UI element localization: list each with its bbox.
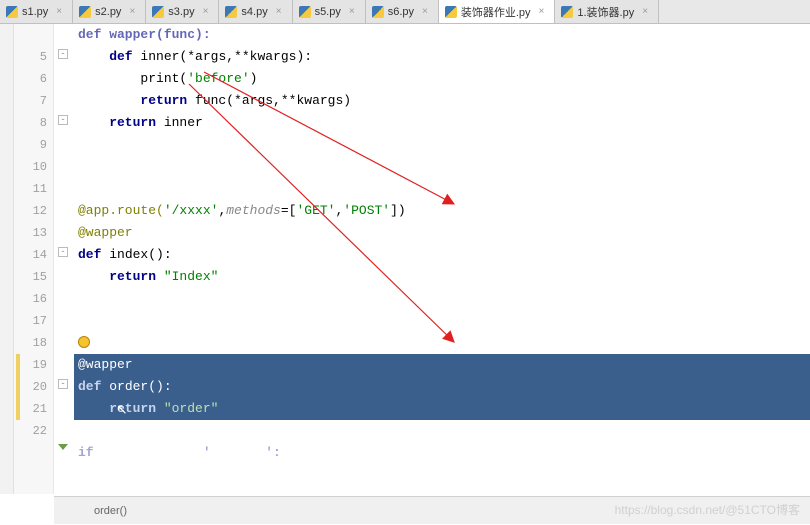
close-icon[interactable]: × bbox=[56, 6, 62, 17]
python-icon bbox=[372, 6, 384, 18]
python-icon bbox=[79, 6, 91, 18]
close-icon[interactable]: × bbox=[276, 6, 282, 17]
tab-s3[interactable]: s3.py× bbox=[146, 0, 219, 23]
python-icon bbox=[6, 6, 18, 18]
line-number: 14 bbox=[14, 244, 47, 266]
line-number: 8 bbox=[14, 112, 47, 134]
watermark: https://blog.csdn.net/@51CTO博客 bbox=[615, 501, 800, 518]
code-line bbox=[74, 178, 810, 200]
tab-bar: s1.py× s2.py× s3.py× s4.py× s5.py× s6.py… bbox=[0, 0, 810, 24]
run-gutter-icon[interactable] bbox=[58, 444, 68, 450]
code-area[interactable]: def wapper(func): def inner(*args,**kwar… bbox=[74, 24, 810, 494]
code-line: @wapper bbox=[74, 354, 810, 376]
change-marker bbox=[16, 354, 20, 420]
code-line: def index(): bbox=[74, 244, 810, 266]
python-icon bbox=[225, 6, 237, 18]
python-icon bbox=[299, 6, 311, 18]
line-number: 7 bbox=[14, 90, 47, 112]
line-number: 12 bbox=[14, 200, 47, 222]
editor[interactable]: 4 5 6 7 8 9 10 11 12 13 14 15 16 17 18 1… bbox=[0, 24, 810, 494]
code-line bbox=[74, 310, 810, 332]
line-number: 17 bbox=[14, 310, 47, 332]
close-icon[interactable]: × bbox=[422, 6, 428, 17]
python-icon bbox=[445, 6, 457, 18]
tab-s6[interactable]: s6.py× bbox=[366, 0, 439, 23]
code-line: def order(): bbox=[74, 376, 810, 398]
code-line bbox=[74, 134, 810, 156]
left-margin bbox=[0, 24, 14, 494]
line-number: 22 bbox=[14, 420, 47, 442]
tab-s2[interactable]: s2.py× bbox=[73, 0, 146, 23]
tab-decorator-1[interactable]: 1.装饰器.py× bbox=[555, 0, 659, 23]
code-line: @app.route('/xxxx',methods=['GET','POST'… bbox=[74, 200, 810, 222]
code-line: return inner bbox=[74, 112, 810, 134]
tab-s4[interactable]: s4.py× bbox=[219, 0, 292, 23]
code-line: return "Index" bbox=[74, 266, 810, 288]
line-number: 16 bbox=[14, 288, 47, 310]
code-line: def inner(*args,**kwargs): bbox=[74, 46, 810, 68]
line-number: 11 bbox=[14, 178, 47, 200]
line-number: 6 bbox=[14, 68, 47, 90]
fold-icon[interactable]: - bbox=[58, 49, 68, 59]
intention-bulb-icon[interactable] bbox=[78, 336, 90, 348]
code-line: def wapper(func): bbox=[74, 24, 810, 46]
code-line: if ' ': bbox=[74, 442, 281, 464]
code-line: @ p.route('/xxxx',methods=['GET','POST']… bbox=[74, 332, 810, 354]
tab-decorator-hw[interactable]: 装饰器作业.py× bbox=[439, 0, 556, 23]
close-icon[interactable]: × bbox=[349, 6, 355, 17]
code-line bbox=[74, 420, 78, 442]
tab-s5[interactable]: s5.py× bbox=[293, 0, 366, 23]
fold-icon[interactable]: - bbox=[58, 379, 68, 389]
line-number: 18 bbox=[14, 332, 47, 354]
fold-icon[interactable]: - bbox=[58, 115, 68, 125]
line-number: 15 bbox=[14, 266, 47, 288]
tab-s1[interactable]: s1.py× bbox=[0, 0, 73, 23]
fold-icon[interactable]: - bbox=[58, 247, 68, 257]
close-icon[interactable]: × bbox=[129, 6, 135, 17]
code-line: return "order" ↖ bbox=[74, 398, 810, 420]
python-icon bbox=[152, 6, 164, 18]
line-number: 10 bbox=[14, 156, 47, 178]
code-line bbox=[74, 156, 810, 178]
code-line bbox=[74, 288, 810, 310]
breadcrumb-text: order() bbox=[94, 505, 127, 517]
line-number-gutter: 4 5 6 7 8 9 10 11 12 13 14 15 16 17 18 1… bbox=[14, 24, 54, 494]
python-icon bbox=[561, 6, 573, 18]
line-number: 13 bbox=[14, 222, 47, 244]
line-number: 5 bbox=[14, 46, 47, 68]
code-line: return func(*args,**kwargs) bbox=[74, 90, 810, 112]
close-icon[interactable]: × bbox=[203, 6, 209, 17]
line-number: 9 bbox=[14, 134, 47, 156]
selection-block: @wapper def order(): return "order" ↖ bbox=[74, 354, 810, 420]
close-icon[interactable]: × bbox=[642, 6, 648, 17]
code-line: print('before') bbox=[74, 68, 810, 90]
close-icon[interactable]: × bbox=[539, 6, 545, 17]
cursor-icon: ↖ bbox=[116, 400, 130, 418]
code-line: @wapper bbox=[74, 222, 810, 244]
fold-gutter: - - - - bbox=[54, 24, 74, 494]
